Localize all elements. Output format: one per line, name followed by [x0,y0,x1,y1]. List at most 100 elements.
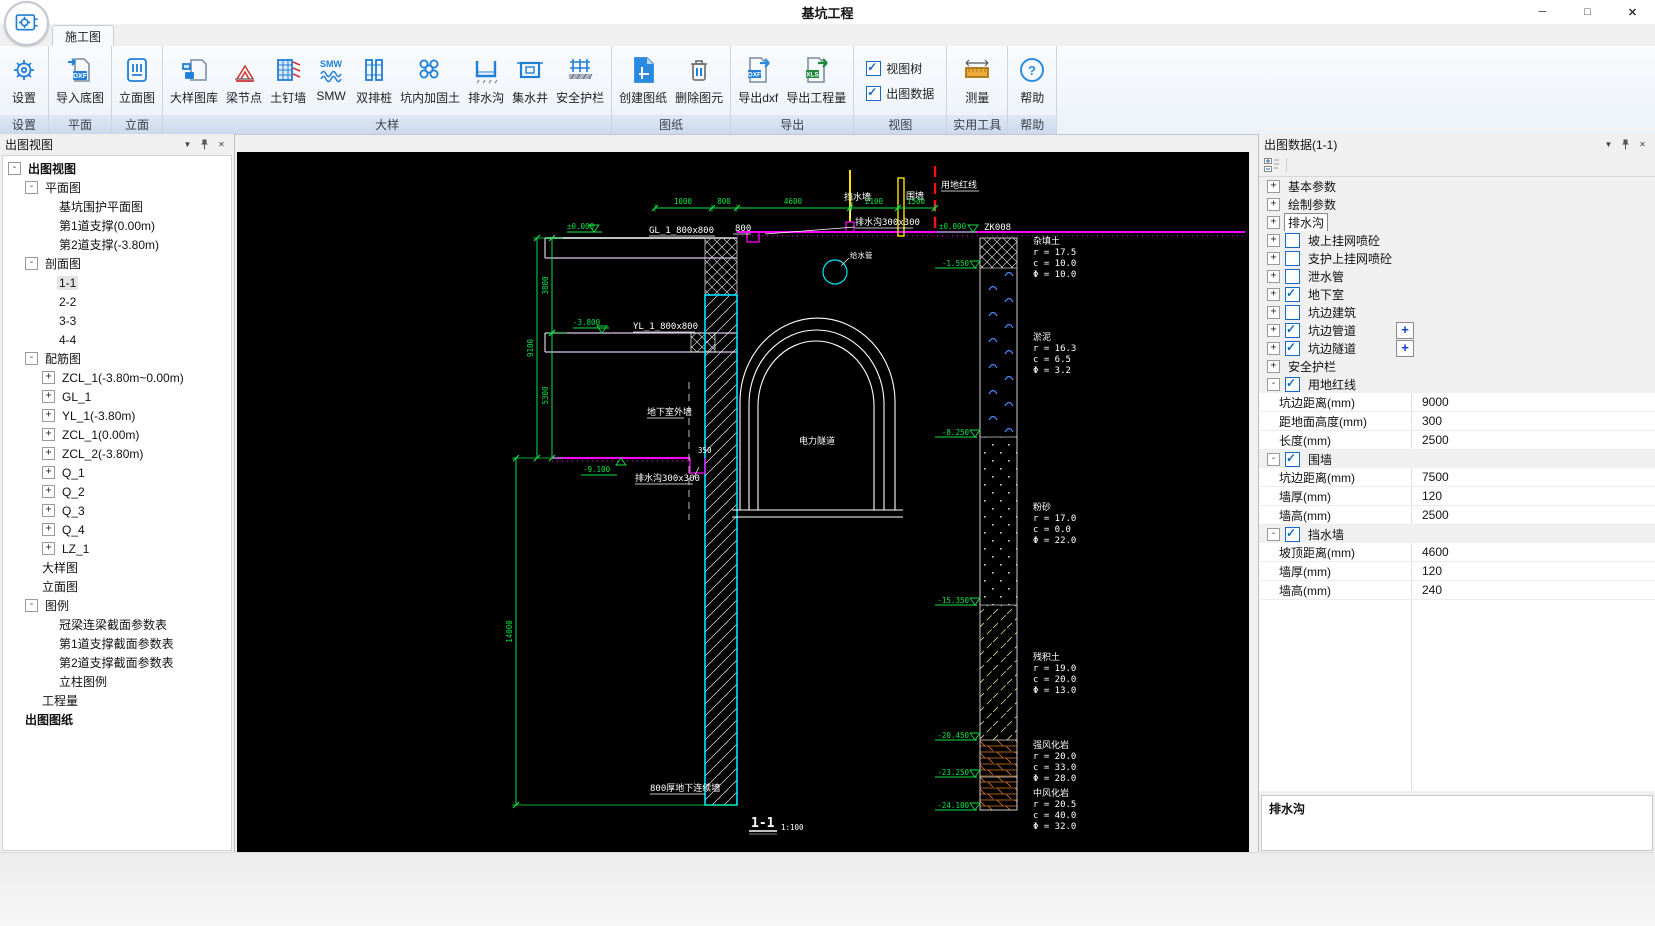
tree-item[interactable]: +ZCL_2(-3.80m) [3,444,231,463]
tree-item[interactable]: 第2道支撑(-3.80m) [3,235,231,254]
ribbon-button-ditch[interactable]: 排水沟 [464,51,508,108]
ribbon-button-beam-node[interactable]: 梁节点 [222,51,266,108]
add-item-button[interactable]: + [1396,322,1414,339]
property-value[interactable]: 9000 [1412,395,1655,409]
ribbon-button-fence[interactable]: 安全护栏 [552,51,608,108]
expand-icon[interactable]: + [1267,216,1280,229]
ribbon-button-export-dxf[interactable]: DXF导出dxf [734,51,782,108]
grid-group-row[interactable]: +坑边建筑 [1259,303,1655,321]
tree-item[interactable]: 基坑围护平面图 [3,197,231,216]
collapse-icon[interactable]: - [25,181,38,194]
tree-item[interactable]: 1-1 [3,273,231,292]
tree-item[interactable]: 立柱图例 [3,672,231,691]
expand-icon[interactable]: + [42,447,55,460]
expand-icon[interactable]: + [1267,288,1280,301]
grid-property-row[interactable]: 墙厚(mm)120 [1259,562,1655,581]
collapse-icon[interactable]: - [8,162,21,175]
tree-item[interactable]: +LZ_1 [3,539,231,558]
checkbox-icon[interactable] [866,61,881,76]
tree-item[interactable]: 第1道支撑(0.00m) [3,216,231,235]
expand-icon[interactable]: + [1267,252,1280,265]
grid-group-row[interactable]: +绘制参数 [1259,195,1655,213]
tree-item[interactable]: 2-2 [3,292,231,311]
ribbon-button-double-pile[interactable]: 双排桩 [352,51,396,108]
close-button[interactable]: ✕ [1610,0,1655,24]
view-toggle-出图数据[interactable]: 出图数据 [866,85,934,102]
grid-property-row[interactable]: 坡顶距离(mm)4600 [1259,543,1655,562]
expand-icon[interactable]: + [1267,324,1280,337]
ribbon-button-reinforce[interactable]: 坑内加固土 [396,51,464,108]
tree-item[interactable]: 冠梁连梁截面参数表 [3,615,231,634]
collapse-icon[interactable]: - [1267,378,1280,391]
tree-item[interactable]: 工程量 [3,691,231,710]
pin-icon[interactable] [1618,137,1633,151]
ribbon-button-help[interactable]: ?帮助 [1011,51,1053,108]
tree-item[interactable]: -平面图 [3,178,231,197]
tree-item[interactable]: +YL_1(-3.80m) [3,406,231,425]
pin-icon[interactable] [197,137,212,151]
ribbon-button-smw[interactable]: SMWSMW [310,51,352,105]
minimize-button[interactable]: ─ [1520,0,1565,24]
expand-icon[interactable]: + [1267,180,1280,193]
grid-group-row[interactable]: +支护上挂网喷砼 [1259,249,1655,267]
grid-group-row[interactable]: +地下室 [1259,285,1655,303]
ribbon-button-soil-nail[interactable]: 土钉墙 [266,51,310,108]
ribbon-button-sump[interactable]: 集水井 [508,51,552,108]
expand-icon[interactable]: + [42,542,55,555]
ribbon-button-trash[interactable]: 删除图元 [671,51,727,108]
tree-item[interactable]: -剖面图 [3,254,231,273]
grid-property-row[interactable]: 墙高(mm)240 [1259,581,1655,600]
tree-item[interactable]: 第1道支撑截面参数表 [3,634,231,653]
expand-icon[interactable]: + [1267,306,1280,319]
checkbox-icon[interactable] [866,86,881,101]
collapse-icon[interactable]: - [1267,453,1280,466]
collapse-icon[interactable]: - [25,257,38,270]
checkbox-icon[interactable] [1285,287,1300,302]
grid-property-row[interactable]: 墙厚(mm)120 [1259,487,1655,506]
property-value[interactable]: 4600 [1412,545,1655,559]
grid-group-row[interactable]: +排水沟 [1259,213,1655,231]
grid-group-row[interactable]: -围墙 [1259,450,1655,468]
close-icon[interactable]: ✕ [214,137,229,151]
property-value[interactable]: 240 [1412,583,1655,597]
checkbox-icon[interactable] [1285,305,1300,320]
tree-item[interactable]: 出图图纸 [3,710,231,729]
grid-property-row[interactable]: 墙高(mm)2500 [1259,506,1655,525]
grid-group-row[interactable]: +安全护栏 [1259,357,1655,375]
app-logo-icon[interactable] [4,1,49,46]
checkbox-icon[interactable] [1285,233,1300,248]
maximize-button[interactable]: □ [1565,0,1610,24]
expand-icon[interactable]: + [42,371,55,384]
checkbox-icon[interactable] [1285,377,1300,392]
expand-icon[interactable]: + [1267,198,1280,211]
grid-property-row[interactable]: 坑边距离(mm)7500 [1259,468,1655,487]
tree-item[interactable]: -配筋图 [3,349,231,368]
ribbon-button-elevation[interactable]: 立面图 [115,51,159,108]
tree-item[interactable]: 4-4 [3,330,231,349]
ribbon-button-dxf-import[interactable]: DXF导入底图 [52,51,108,108]
checkbox-icon[interactable] [1285,251,1300,266]
checkbox-icon[interactable] [1285,269,1300,284]
expand-icon[interactable]: + [42,485,55,498]
property-value[interactable]: 7500 [1412,470,1655,484]
grid-group-row[interactable]: +坑边隧道+ [1259,339,1655,357]
tree-item[interactable]: -出图视图 [3,159,231,178]
add-item-button[interactable]: + [1396,340,1414,357]
collapse-icon[interactable]: - [25,599,38,612]
grid-group-row[interactable]: +泄水管 [1259,267,1655,285]
expand-icon[interactable]: + [1267,234,1280,247]
ribbon-button-export-xls[interactable]: XLS导出工程量 [782,51,850,108]
tree-item[interactable]: 第2道支撑截面参数表 [3,653,231,672]
grid-group-row[interactable]: +基本参数 [1259,177,1655,195]
ribbon-button-measure[interactable]: 测量 [956,51,998,108]
grid-group-row[interactable]: +坡上挂网喷砼 [1259,231,1655,249]
view-toggle-视图树[interactable]: 视图树 [866,60,922,77]
property-value[interactable]: 120 [1412,489,1655,503]
expand-icon[interactable]: + [42,504,55,517]
close-icon[interactable]: ✕ [1635,137,1650,151]
tree-item[interactable]: +ZCL_1(0.00m) [3,425,231,444]
property-value[interactable]: 2500 [1412,433,1655,447]
expand-icon[interactable]: + [1267,270,1280,283]
property-value[interactable]: 300 [1412,414,1655,428]
tree-item[interactable]: +Q_4 [3,520,231,539]
